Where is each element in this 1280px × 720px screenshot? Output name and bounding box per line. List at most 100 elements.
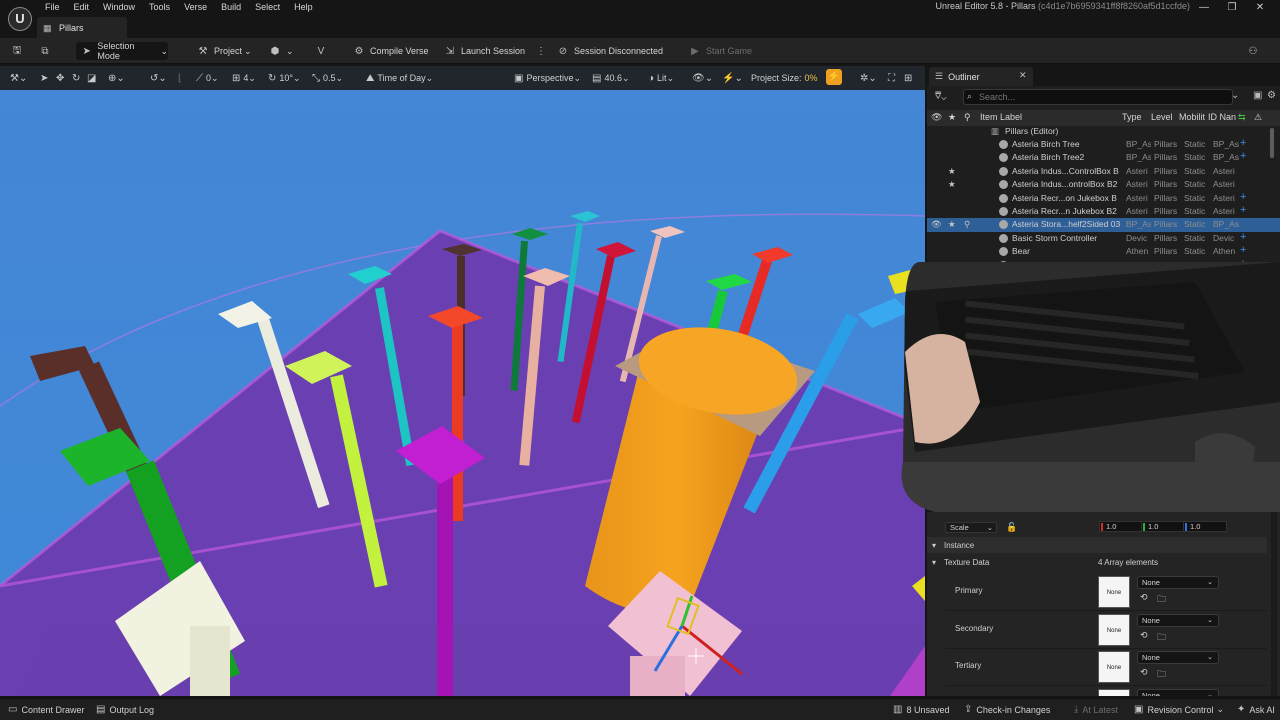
surface-snap-icon[interactable]: ↺⌄ (150, 71, 170, 85)
start-game-button[interactable]: ▶ Start Game (688, 42, 752, 60)
scale-x-field[interactable]: 1.0 (1099, 521, 1143, 532)
collab-icon[interactable]: ⚇ (1246, 42, 1264, 60)
browse-icon[interactable]: 🗀 (1157, 592, 1166, 608)
outliner-root-row[interactable]: ▥ Pillars (Editor) (927, 126, 1280, 138)
details-scrollbar[interactable] (1271, 512, 1277, 696)
favorite-star-icon[interactable]: ★ (948, 166, 956, 177)
outliner-row[interactable]: Asteria Birch Tree BP_As Pillars Static BP_A… (927, 137, 1280, 151)
content-drawer-button[interactable]: ▭ Content Drawer (8, 704, 84, 715)
texture-thumbnail[interactable]: None (1098, 576, 1130, 608)
menu-help[interactable]: Help (287, 0, 320, 16)
selection-mode-dropdown[interactable]: ➤ Selection Mode ⌄ (76, 41, 168, 61)
outliner-row[interactable]: Basic Storm Controller Devic Pillars Static… (927, 231, 1280, 245)
outliner-tab[interactable]: ☰ Outliner (929, 67, 1033, 86)
level-viewport[interactable] (0, 66, 925, 696)
unsaved-button[interactable]: ▥ 8 Unsaved (893, 704, 949, 715)
menu-build[interactable]: Build (214, 0, 248, 16)
texture-asset-dropdown[interactable]: None ⌄ (1137, 688, 1219, 696)
scale-y-field[interactable]: 1.0 (1141, 521, 1185, 532)
texture-asset-dropdown[interactable]: None ⌄ (1137, 613, 1219, 627)
texture-thumbnail[interactable]: None (1098, 613, 1130, 646)
scale-z-field[interactable]: 1.0 (1183, 521, 1227, 532)
menu-tools[interactable]: Tools (142, 0, 177, 16)
viewport-layout-icon[interactable]: ⊞ (904, 71, 915, 85)
snap-rotation-dropdown[interactable]: ⟋ 0 ⌄ (196, 71, 219, 85)
menu-file[interactable]: File (38, 0, 67, 16)
project-dropdown[interactable]: ⚒ Project ⌄ (196, 42, 252, 60)
save-icon[interactable]: 🖫 (10, 42, 28, 60)
check-in-button[interactable]: ⇪ Check-in Changes (964, 704, 1050, 715)
lock-icon[interactable]: 🔓 (1006, 522, 1017, 533)
performance-icon[interactable]: ⚡⌄ (722, 71, 746, 85)
ask-ai-button[interactable]: ✦ Ask AI (1237, 704, 1275, 715)
warning-icon[interactable]: ⚠ (1254, 112, 1262, 123)
revision-status-icon[interactable]: ⇆ (1238, 112, 1246, 123)
texture-asset-dropdown[interactable]: None ⌄ (1137, 576, 1219, 589)
add-icon[interactable]: + (1240, 244, 1246, 256)
texture-thumbnail[interactable]: None (1098, 688, 1130, 696)
instance-section-header[interactable]: ▾ Instance (927, 537, 1267, 553)
search-input[interactable] (979, 90, 1219, 104)
texture-thumbnail[interactable]: None (1098, 651, 1130, 683)
add-icon[interactable]: + (1240, 150, 1246, 162)
minimize-icon[interactable]: — (1190, 0, 1218, 16)
viewport-settings-icon[interactable]: ✲⌄ (860, 71, 880, 85)
add-icon[interactable]: + (1240, 191, 1246, 203)
maximize-viewport-icon[interactable]: ⛶ (888, 71, 898, 85)
outliner-row[interactable]: ★ Asteria Indus...ControlBox B Asteri Pilla… (927, 165, 1280, 178)
verse-icon[interactable]: V (314, 42, 332, 60)
scale-snap-dropdown[interactable]: ⤡ 0.5 ⌄ (312, 71, 343, 85)
pin-icon[interactable]: ⚲ (964, 219, 970, 230)
at-latest-button[interactable]: ⤓ At Latest (1074, 704, 1118, 715)
menu-window[interactable]: Window (96, 0, 142, 16)
col-level[interactable]: Level (1151, 112, 1173, 122)
add-icon[interactable]: + (1240, 231, 1246, 243)
use-selected-icon[interactable]: ⟲ (1140, 592, 1148, 603)
grid-snap-dropdown[interactable]: ⊞ 4 ⌄ (232, 71, 256, 85)
project-size-warning-icon[interactable]: ⚡ (826, 69, 842, 85)
chevron-down-icon[interactable]: ⌄ (1231, 90, 1239, 101)
col-type[interactable]: Type (1122, 112, 1142, 122)
menu-select[interactable]: Select (248, 0, 287, 16)
scale-dropdown[interactable]: Scale ⌄ (945, 522, 997, 533)
outliner-row[interactable]: Asteria Recr...on Jukebox B Asteri Pillars… (927, 191, 1280, 205)
browse-icon[interactable]: 🗀 (1157, 667, 1166, 683)
col-id-name[interactable]: ID Nan (1208, 112, 1236, 122)
pin-header-icon[interactable]: ⚲ (964, 112, 971, 123)
outliner-row[interactable]: Asteria Birch Tree2 BP_As Pillars Static BP_… (927, 150, 1280, 164)
close-icon[interactable]: ✕ (1019, 70, 1027, 81)
translate-tool-icon[interactable]: ✥ (56, 71, 67, 85)
snap-toggle-icon[interactable]: ⌊ (178, 71, 185, 85)
unreal-logo-icon[interactable]: U (8, 7, 32, 31)
output-log-button[interactable]: ▤ Output Log (96, 704, 154, 715)
rotation-snap-dropdown[interactable]: ↻ 10° ⌄ (268, 71, 301, 85)
add-folder-icon[interactable]: ▣ (1253, 90, 1262, 101)
outliner-row[interactable]: ★ Asteria Indus...ontrolBox B2 Asteri Pilla… (927, 178, 1280, 191)
select-tool-icon[interactable]: ➤ (40, 71, 51, 85)
perspective-dropdown[interactable]: ▣ Perspective ⌄ (514, 71, 581, 85)
show-flags-icon[interactable]: 👁⌄ (692, 71, 716, 85)
world-space-icon[interactable]: ⊕⌄ (108, 71, 128, 85)
col-mobility[interactable]: Mobilit (1179, 112, 1205, 122)
lit-dropdown[interactable]: ◑ Lit ⌄ (648, 71, 674, 85)
use-selected-icon[interactable]: ⟲ (1140, 630, 1148, 641)
session-status-button[interactable]: ⊘ Session Disconnected (556, 42, 663, 60)
visibility-icon[interactable]: 👁 (931, 219, 942, 230)
favorite-header-icon[interactable]: ★ (948, 112, 956, 123)
transform-menu-icon[interactable]: ⚒⌄ (10, 71, 30, 85)
outliner-row[interactable]: 👁 ⚲ ★ Asteria Stora...helf2Sided 03 BP_As Pil… (927, 218, 1280, 232)
scale-tool-icon[interactable]: ◪ (87, 71, 99, 85)
browse-icon[interactable]: 🗀 (1157, 630, 1166, 646)
favorite-star-icon[interactable]: ★ (948, 179, 956, 190)
menu-verse[interactable]: Verse (177, 0, 214, 16)
menu-edit[interactable]: Edit (67, 0, 97, 16)
filter-icon[interactable]: ⩢⌄ (935, 91, 946, 102)
content-browser-icon[interactable]: ⧉ (38, 42, 56, 60)
add-icon[interactable]: + (1240, 204, 1246, 216)
more-options-icon[interactable]: ⋮ (534, 42, 552, 60)
launch-session-button[interactable]: ⇲ Launch Session (443, 42, 525, 60)
restore-icon[interactable]: ❐ (1218, 0, 1246, 16)
time-of-day-dropdown[interactable]: ⛰ Time of Day ⌄ (366, 71, 433, 85)
outliner-scrollbar[interactable] (1270, 128, 1274, 158)
outliner-row[interactable]: Asteria Recr...n Jukebox B2 Asteri Pillars… (927, 204, 1280, 218)
